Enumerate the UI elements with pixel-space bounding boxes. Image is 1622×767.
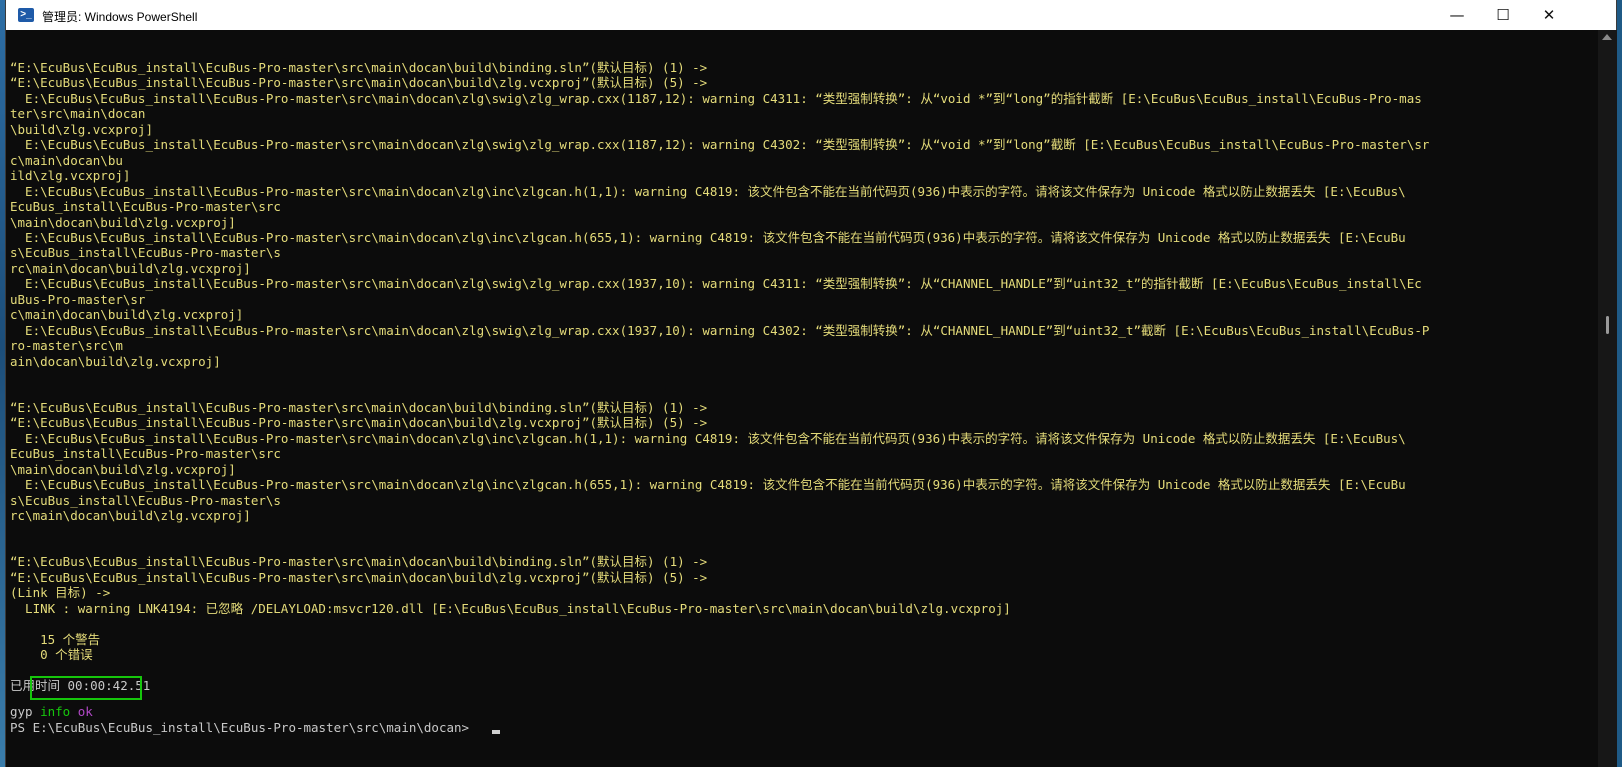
console-line: ain\docan\build\zlg.vcxproj] xyxy=(10,353,221,369)
console-line: “E:\EcuBus\EcuBus_install\EcuBus-Pro-mas… xyxy=(10,75,708,91)
text-cursor xyxy=(492,730,500,734)
console-line: (Link 目标) -> xyxy=(10,585,111,601)
maximize-button[interactable]: ☐ xyxy=(1480,0,1526,30)
error-count-highlight xyxy=(30,676,142,700)
minimize-icon: — xyxy=(1449,6,1465,24)
console-line: rc\main\docan\build\zlg.vcxproj] xyxy=(10,508,251,524)
vertical-scrollbar[interactable] xyxy=(1598,30,1617,767)
console-line: uBus-Pro-master\sr xyxy=(10,291,146,307)
console-line: E:\EcuBus\EcuBus_install\EcuBus-Pro-mast… xyxy=(10,137,1430,153)
close-button[interactable]: ✕ xyxy=(1526,0,1572,30)
console-line: E:\EcuBus\EcuBus_install\EcuBus-Pro-mast… xyxy=(10,183,1406,199)
command-prompt[interactable]: PS E:\EcuBus\EcuBus_install\EcuBus-Pro-m… xyxy=(10,720,477,736)
console-line: ro-master\src\m xyxy=(10,338,123,354)
console-line: E:\EcuBus\EcuBus_install\EcuBus-Pro-mast… xyxy=(10,90,1422,106)
console-line: LINK : warning LNK4194: 已忽略 /DELAYLOAD:m… xyxy=(10,600,1011,616)
window-title: 管理员: Windows PowerShell xyxy=(42,10,198,24)
console-line: “E:\EcuBus\EcuBus_install\EcuBus-Pro-mas… xyxy=(10,415,708,431)
title-bar[interactable]: >_ 管理员: Windows PowerShell — ☐ ✕ xyxy=(6,0,1616,30)
console-line: “E:\EcuBus\EcuBus_install\EcuBus-Pro-mas… xyxy=(10,554,708,570)
gyp-prefix: gyp xyxy=(10,704,41,719)
console-line: c\main\docan\bu xyxy=(10,152,123,168)
console-line: ter\src\main\docan xyxy=(10,106,146,122)
console-output[interactable]: “E:\EcuBus\EcuBus_install\EcuBus-Pro-mas… xyxy=(6,30,1598,767)
console-line: EcuBus_install\EcuBus-Pro-master\src xyxy=(10,199,281,215)
console-line: ild\zlg.vcxproj] xyxy=(10,168,131,184)
console-line: 15 个警告 xyxy=(10,631,101,647)
gyp-status-line: gyp info ok xyxy=(10,704,93,720)
powershell-window: >_ 管理员: Windows PowerShell — ☐ ✕ “E:\Ecu… xyxy=(5,0,1617,767)
gyp-info-label: info xyxy=(40,704,71,719)
maximize-icon: ☐ xyxy=(1496,6,1510,24)
console-line: “E:\EcuBus\EcuBus_install\EcuBus-Pro-mas… xyxy=(10,399,708,415)
minimize-button[interactable]: — xyxy=(1434,0,1480,30)
console-line: s\EcuBus_install\EcuBus-Pro-master\s xyxy=(10,492,281,508)
scroll-thumb[interactable] xyxy=(1606,316,1609,334)
console-line: 0 个错误 xyxy=(10,647,93,663)
console-line: \build\zlg.vcxproj] xyxy=(10,121,153,137)
scroll-up-icon[interactable] xyxy=(1602,34,1612,40)
console-line: E:\EcuBus\EcuBus_install\EcuBus-Pro-mast… xyxy=(10,322,1430,338)
console-line: E:\EcuBus\EcuBus_install\EcuBus-Pro-mast… xyxy=(10,276,1422,292)
console-line: \main\docan\build\zlg.vcxproj] xyxy=(10,214,236,230)
console-line: EcuBus_install\EcuBus-Pro-master\src xyxy=(10,446,281,462)
console-line: “E:\EcuBus\EcuBus_install\EcuBus-Pro-mas… xyxy=(10,569,708,585)
console-line: \main\docan\build\zlg.vcxproj] xyxy=(10,461,236,477)
console-line: “E:\EcuBus\EcuBus_install\EcuBus-Pro-mas… xyxy=(10,60,708,75)
console-line: s\EcuBus_install\EcuBus-Pro-master\s xyxy=(10,245,281,261)
console-line: rc\main\docan\build\zlg.vcxproj] xyxy=(10,260,251,276)
console-line: E:\EcuBus\EcuBus_install\EcuBus-Pro-mast… xyxy=(10,477,1406,493)
gyp-ok-label: ok xyxy=(77,704,93,719)
powershell-icon[interactable]: >_ xyxy=(18,8,34,22)
console-line: E:\EcuBus\EcuBus_install\EcuBus-Pro-mast… xyxy=(10,229,1406,245)
console-line: c\main\docan\build\zlg.vcxproj] xyxy=(10,307,244,323)
close-icon: ✕ xyxy=(1542,6,1556,24)
console-line: E:\EcuBus\EcuBus_install\EcuBus-Pro-mast… xyxy=(10,430,1406,446)
